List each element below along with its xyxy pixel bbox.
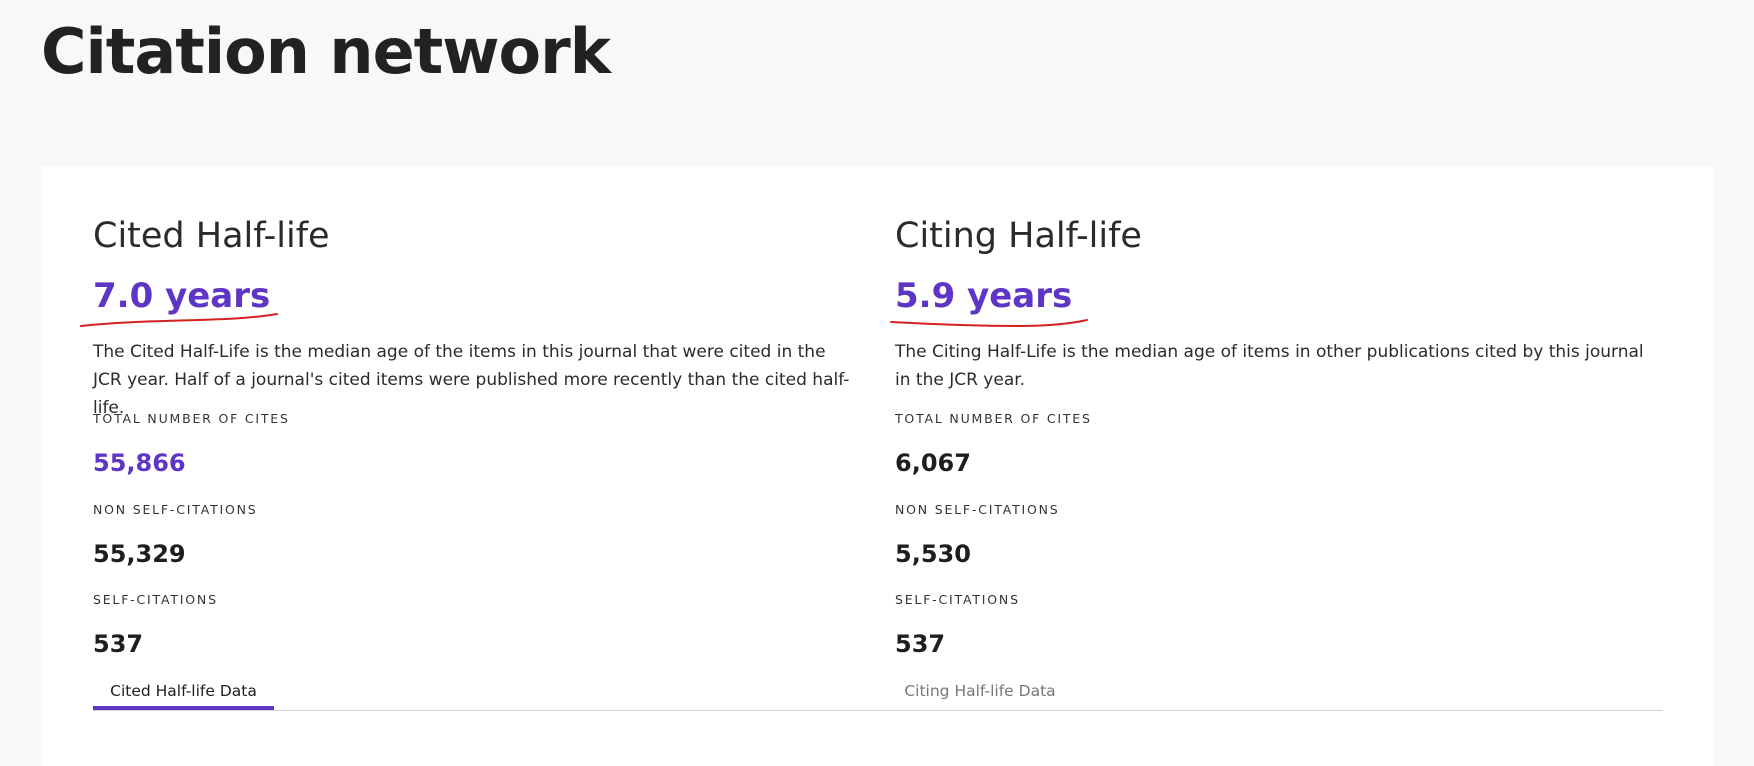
tab-citing-half-life-data[interactable]: Citing Half-life Data bbox=[895, 676, 1065, 710]
cited-self-citations-value: 537 bbox=[93, 630, 144, 658]
cited-non-self-citations-label: NON SELF-CITATIONS bbox=[93, 502, 258, 517]
cited-half-life-heading: Cited Half-life bbox=[93, 216, 330, 256]
half-life-data-tabs: Cited Half-life Data Citing Half-life Da… bbox=[93, 676, 1663, 711]
citing-total-cites-value: 6,067 bbox=[895, 449, 971, 477]
cited-half-life-description: The Cited Half-Life is the median age of… bbox=[93, 342, 850, 418]
citing-half-life-description: The Citing Half-Life is the median age o… bbox=[895, 342, 1644, 390]
cited-self-citations-label: SELF-CITATIONS bbox=[93, 592, 218, 607]
citing-self-citations-label: SELF-CITATIONS bbox=[895, 592, 1020, 607]
cited-value-annotation-underline bbox=[80, 313, 278, 327]
tab-cited-half-life-data[interactable]: Cited Half-life Data bbox=[93, 676, 274, 710]
citing-non-self-citations-value: 5,530 bbox=[895, 540, 971, 568]
page-title: Citation network bbox=[41, 15, 611, 88]
cited-non-self-citations-value: 55,329 bbox=[93, 540, 186, 568]
citing-half-life-heading: Citing Half-life bbox=[895, 216, 1142, 256]
citing-non-self-citations-label: NON SELF-CITATIONS bbox=[895, 502, 1060, 517]
citing-total-cites-label: TOTAL NUMBER OF CITES bbox=[895, 411, 1092, 426]
cited-total-cites-value[interactable]: 55,866 bbox=[93, 449, 186, 477]
citation-network-card: Cited Half-life 7.0 years The Cited Half… bbox=[41, 166, 1713, 766]
citing-self-citations-value: 537 bbox=[895, 630, 946, 658]
cited-total-cites-label: TOTAL NUMBER OF CITES bbox=[93, 411, 290, 426]
citing-value-annotation-underline bbox=[890, 319, 1088, 328]
